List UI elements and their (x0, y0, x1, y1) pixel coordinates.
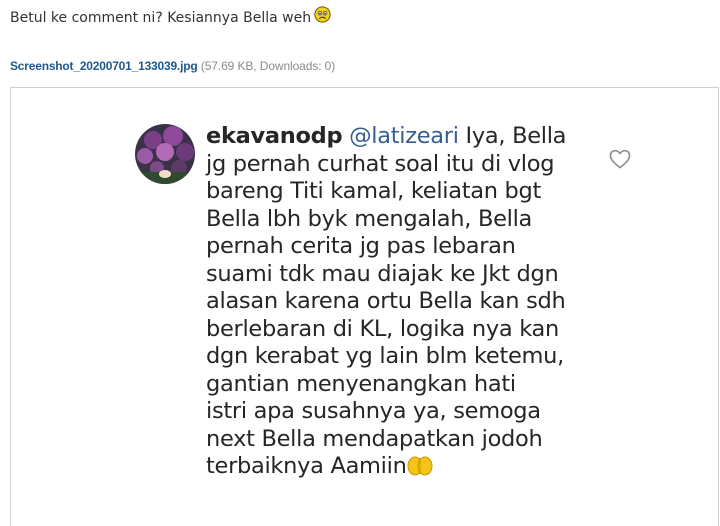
comment-line: bareng Titi kamal, keliatan bgt (206, 178, 542, 204)
post-text: Betul ke comment ni? Kesiannya Bella weh (10, 9, 312, 26)
comment-username[interactable]: ekavanodp (206, 123, 343, 149)
heart-icon[interactable] (609, 149, 631, 169)
avatar (135, 124, 195, 184)
comment-line: jg pernah curhat soal itu di vlog (206, 150, 555, 177)
comment-line: berlebaran di KL, logika nya kan (206, 315, 559, 342)
comment-line: alasan karena ortu Bella kan sdh (206, 288, 566, 314)
comment-line: suami tdk mau diajak ke Jkt dgn (206, 260, 559, 287)
attachment-meta: (57.69 KB, Downloads: 0) (200, 59, 336, 73)
comment-line: gantian menyenangkan hati (206, 370, 516, 397)
comment-last-line: terbaiknya Aamiin (206, 453, 606, 481)
comment-line: Iya, Bella (458, 123, 567, 149)
attached-screenshot[interactable]: ekavanodp @latizeari Iya, Bella jg perna… (10, 87, 719, 526)
attachment-link[interactable]: Screenshot_20200701_133039.jpg (10, 59, 198, 73)
worried-face-icon (314, 6, 331, 23)
comment-line: next Bella mendapatkan jodoh (206, 425, 543, 452)
comment-first-line: ekavanodp @latizeari Iya, Bella (206, 123, 606, 151)
comment-line: dgn kerabat yg lain blm ketemu, (206, 343, 564, 369)
comment-line: istri apa susahnya ya, semoga (206, 398, 541, 424)
folded-hands-icon (407, 456, 433, 476)
comment-line: pernah cerita jg pas lebaran (206, 233, 516, 259)
comment-line: Bella lbh byk mengalah, Bella (206, 205, 533, 232)
comment-mention[interactable]: @latizeari (349, 123, 459, 149)
post-text-row: Betul ke comment ni? Kesiannya Bella weh (10, 6, 331, 26)
attachment-line: Screenshot_20200701_133039.jpg (57.69 KB… (10, 59, 335, 73)
comment-text: ekavanodp @latizeari Iya, Bella jg perna… (206, 123, 606, 481)
comment-line: terbaiknya Aamiin (206, 453, 407, 479)
